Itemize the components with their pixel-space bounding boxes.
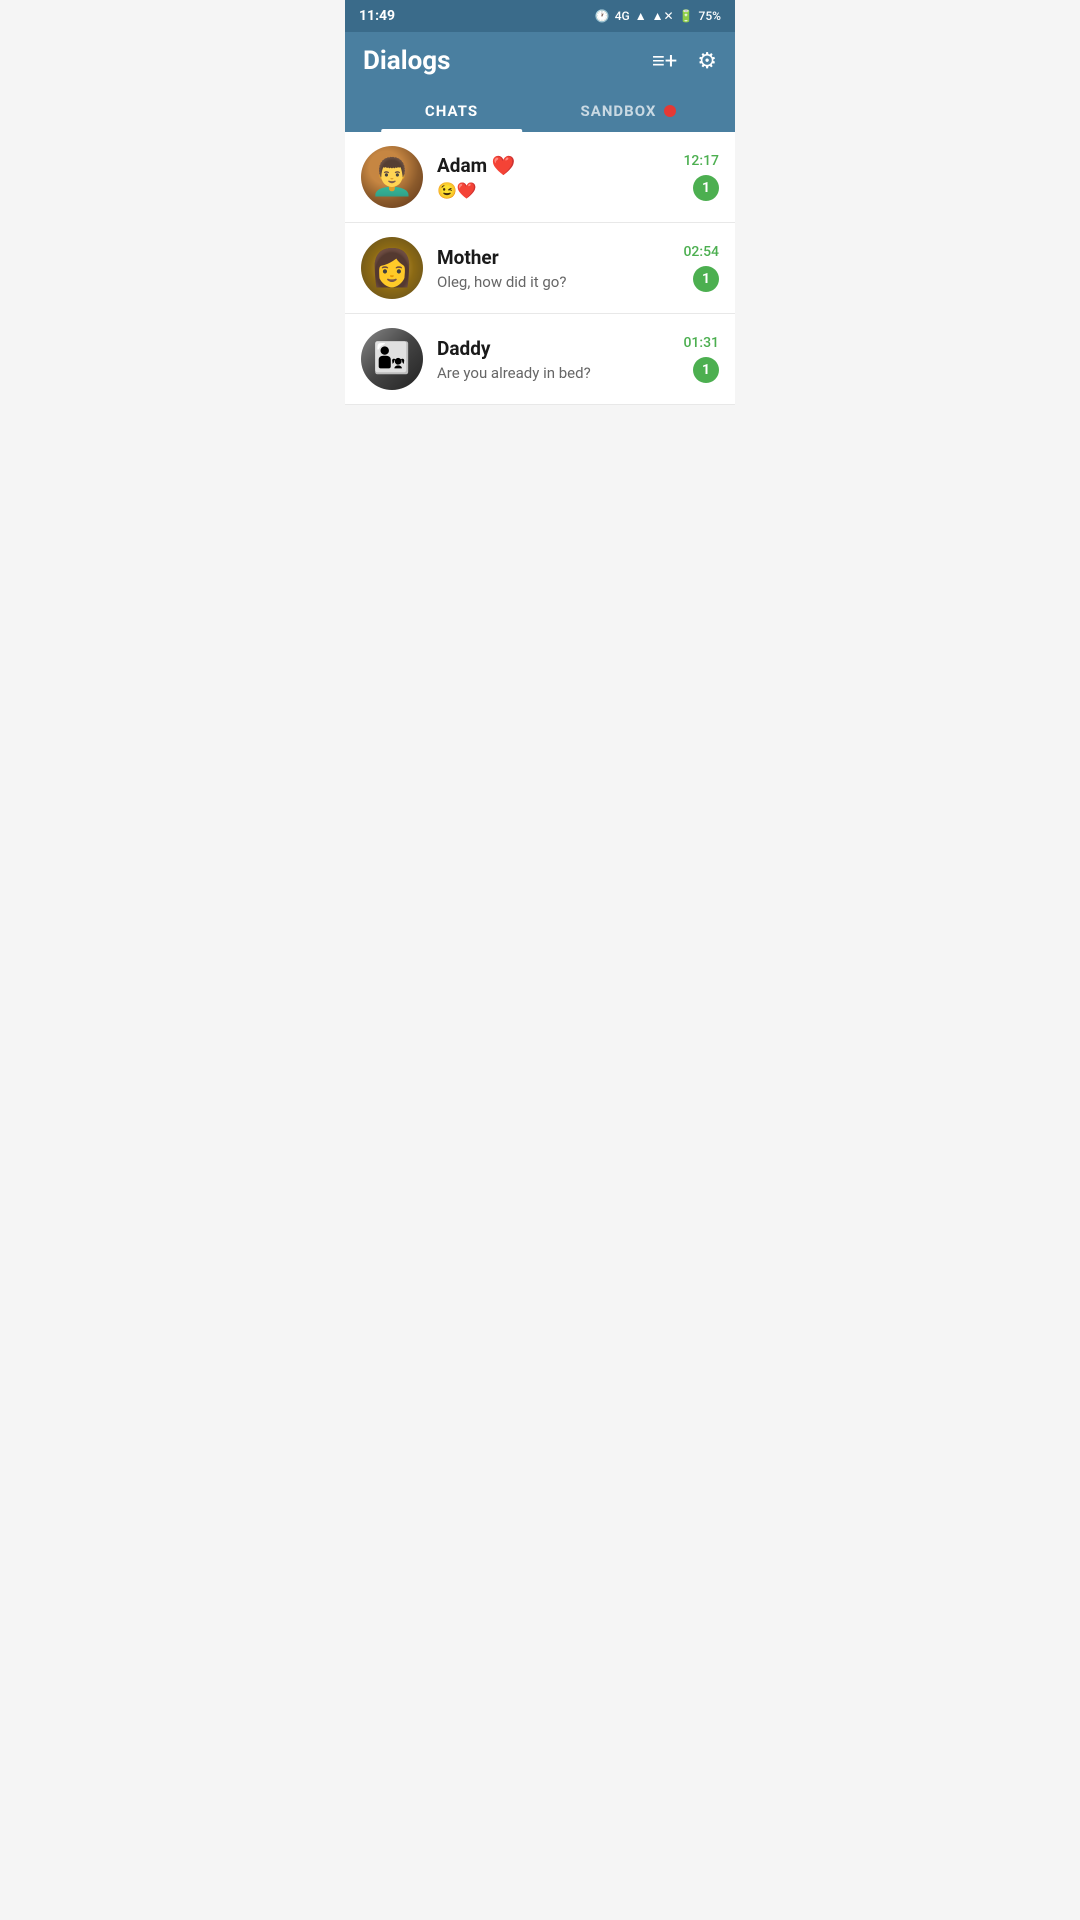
tab-chats[interactable]: CHATS bbox=[363, 90, 540, 132]
battery-percent: 75% bbox=[699, 9, 721, 23]
sandbox-notification-dot bbox=[664, 105, 676, 117]
avatar-daddy bbox=[361, 328, 423, 390]
network-label: 4G bbox=[615, 9, 630, 23]
chat-item-mother[interactable]: Mother Oleg, how did it go? 02:54 1 bbox=[345, 223, 735, 314]
chat-preview-adam: 😉❤️ bbox=[437, 181, 673, 200]
avatar-adam bbox=[361, 146, 423, 208]
status-time: 11:49 bbox=[359, 8, 395, 24]
avatar-mother bbox=[361, 237, 423, 299]
chat-time-adam: 12:17 bbox=[683, 153, 719, 169]
empty-area bbox=[345, 405, 735, 1205]
tab-sandbox[interactable]: SANDBOX bbox=[540, 90, 717, 132]
header: Dialogs ≡+ ⚙ CHATS SANDBOX bbox=[345, 32, 735, 132]
status-icons: 🕐 4G ▲ ▲✕ 🔋 75% bbox=[595, 9, 721, 23]
chat-meta-mother: 02:54 1 bbox=[683, 244, 719, 292]
chat-preview-mother: Oleg, how did it go? bbox=[437, 273, 673, 291]
signal-icon: ▲ bbox=[635, 9, 647, 23]
chat-meta-adam: 12:17 1 bbox=[683, 153, 719, 201]
battery-icon: 🔋 bbox=[679, 9, 694, 23]
chat-time-daddy: 01:31 bbox=[683, 335, 719, 351]
new-chat-icon[interactable]: ≡+ bbox=[652, 48, 677, 74]
chat-name-adam: Adam ❤️ bbox=[437, 154, 673, 177]
tabs: CHATS SANDBOX bbox=[363, 90, 717, 132]
chat-time-mother: 02:54 bbox=[683, 244, 719, 260]
signal-x-icon: ▲✕ bbox=[652, 9, 674, 23]
settings-icon[interactable]: ⚙ bbox=[697, 49, 717, 74]
chat-content-adam: Adam ❤️ 😉❤️ bbox=[437, 154, 673, 200]
chat-meta-daddy: 01:31 1 bbox=[683, 335, 719, 383]
status-bar: 11:49 🕐 4G ▲ ▲✕ 🔋 75% bbox=[345, 0, 735, 32]
chat-item-adam[interactable]: Adam ❤️ 😉❤️ 12:17 1 bbox=[345, 132, 735, 223]
chat-content-daddy: Daddy Are you already in bed? bbox=[437, 337, 673, 382]
chat-name-mother: Mother bbox=[437, 246, 673, 269]
chat-badge-daddy: 1 bbox=[693, 357, 719, 383]
page-title: Dialogs bbox=[363, 46, 450, 76]
chat-badge-mother: 1 bbox=[693, 266, 719, 292]
chat-badge-adam: 1 bbox=[693, 175, 719, 201]
chat-item-daddy[interactable]: Daddy Are you already in bed? 01:31 1 bbox=[345, 314, 735, 405]
chat-name-daddy: Daddy bbox=[437, 337, 673, 360]
header-top: Dialogs ≡+ ⚙ bbox=[363, 46, 717, 90]
chat-content-mother: Mother Oleg, how did it go? bbox=[437, 246, 673, 291]
chat-list: Adam ❤️ 😉❤️ 12:17 1 Mother Oleg, how did… bbox=[345, 132, 735, 405]
header-actions: ≡+ ⚙ bbox=[652, 48, 717, 74]
chat-preview-daddy: Are you already in bed? bbox=[437, 364, 673, 382]
alarm-icon: 🕐 bbox=[595, 9, 610, 23]
